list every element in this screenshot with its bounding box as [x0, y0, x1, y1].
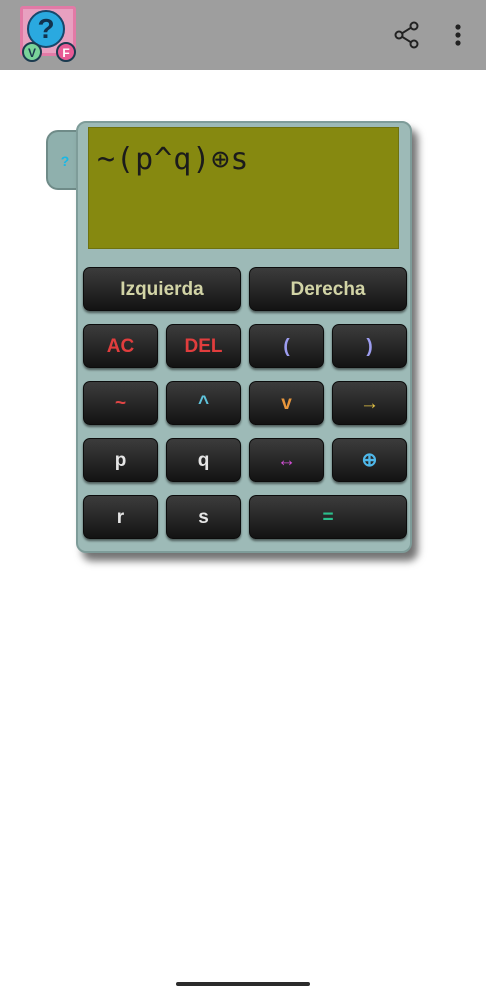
or-button[interactable]: v — [249, 381, 324, 425]
logo-v-badge: V — [22, 42, 42, 62]
expression-text: ~(p^q)⊕s — [97, 142, 250, 177]
expression-display: ~(p^q)⊕s — [88, 127, 399, 249]
delete-button[interactable]: DEL — [166, 324, 241, 368]
not-button[interactable]: ~ — [83, 381, 158, 425]
biconditional-button[interactable]: ↔ — [249, 438, 324, 482]
more-vert-icon — [455, 24, 461, 46]
all-clear-button[interactable]: AC — [83, 324, 158, 368]
app-logo: ? V F — [20, 6, 78, 64]
logo-f-badge: F — [56, 42, 76, 62]
implies-button[interactable]: → — [332, 381, 407, 425]
home-indicator[interactable] — [176, 982, 310, 986]
app-bar: ? V F — [0, 0, 486, 70]
xor-button[interactable]: ⊕ — [332, 438, 407, 482]
share-button[interactable] — [392, 20, 422, 50]
s-button[interactable]: s — [166, 495, 241, 539]
open-paren-button[interactable]: ( — [249, 324, 324, 368]
p-button[interactable]: p — [83, 438, 158, 482]
left-button[interactable]: Izquierda — [83, 267, 241, 311]
and-button[interactable]: ^ — [166, 381, 241, 425]
q-button[interactable]: q — [166, 438, 241, 482]
share-icon — [394, 21, 419, 49]
more-options-button[interactable] — [448, 20, 468, 50]
r-button[interactable]: r — [83, 495, 158, 539]
right-button[interactable]: Derecha — [249, 267, 407, 311]
close-paren-button[interactable]: ) — [332, 324, 407, 368]
calculator-panel: ~(p^q)⊕s Izquierda Derecha AC DEL ( ) ~ … — [76, 121, 412, 553]
equals-button[interactable]: = — [249, 495, 407, 539]
